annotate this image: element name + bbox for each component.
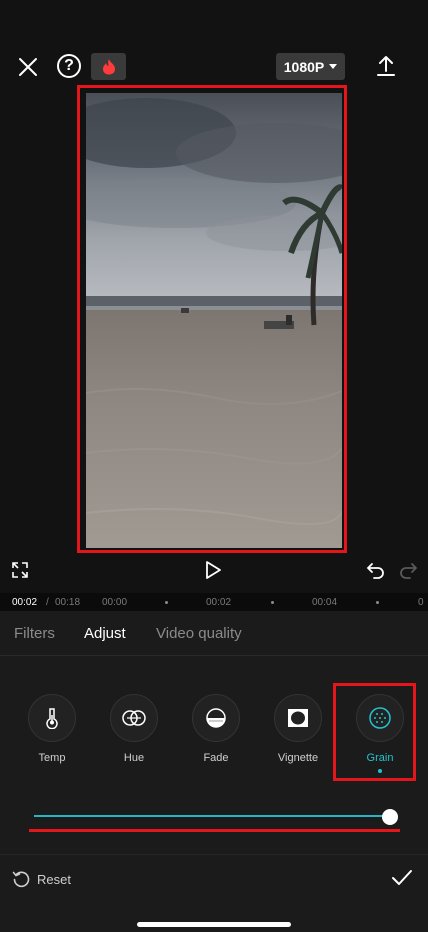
resolution-dropdown[interactable]: 1080P — [276, 53, 345, 80]
fullscreen-button[interactable] — [11, 561, 29, 579]
tool-label: Fade — [203, 752, 229, 764]
hot-button[interactable] — [91, 53, 126, 80]
tool-temp[interactable]: Temp — [22, 694, 82, 764]
reset-label: Reset — [37, 871, 71, 887]
tab-video-quality[interactable]: Video quality — [156, 625, 242, 642]
undo-button[interactable] — [366, 561, 386, 579]
vignette-icon — [288, 709, 308, 727]
fade-icon — [206, 708, 226, 728]
tab-adjust[interactable]: Adjust — [84, 625, 126, 642]
tick-label: 00:02 — [206, 597, 232, 608]
tool-fade[interactable]: Fade — [186, 694, 246, 764]
play-button[interactable] — [203, 560, 223, 580]
footer-divider — [0, 854, 428, 855]
tab-filters[interactable]: Filters — [14, 625, 55, 642]
export-upload-icon — [377, 56, 395, 76]
hue-circles-icon — [122, 710, 146, 726]
home-indicator — [137, 922, 291, 927]
tool-label: Vignette — [277, 752, 319, 764]
undo-icon — [366, 563, 384, 579]
tick-label: 00:04 — [312, 597, 338, 608]
timeline-ruler[interactable]: 00:02 / 00:18 00:00 00:02 00:04 0 — [0, 593, 428, 611]
close-button[interactable] — [14, 53, 42, 81]
tool-label: Hue — [123, 752, 145, 764]
grain-highlight-box — [333, 683, 416, 781]
expand-icon — [12, 562, 28, 578]
confirm-button[interactable] — [391, 868, 413, 888]
redo-icon — [400, 563, 418, 579]
current-time: 00:02 — [12, 597, 38, 608]
help-label: ? — [64, 57, 74, 74]
beach-scene-image — [86, 93, 342, 548]
resolution-label: 1080P — [283, 58, 325, 75]
close-icon — [19, 58, 37, 76]
play-icon — [206, 561, 221, 579]
export-button[interactable] — [374, 54, 398, 78]
total-time: 00:18 — [55, 597, 81, 608]
tick-dot — [165, 601, 168, 604]
tool-hue[interactable]: Hue — [104, 694, 164, 764]
slider-highlight-underline — [29, 829, 400, 832]
tab-divider — [0, 655, 428, 656]
chevron-down-icon — [329, 64, 338, 69]
reset-button[interactable]: Reset — [12, 869, 71, 889]
grain-slider-thumb[interactable] — [382, 809, 398, 825]
tick-dot — [271, 601, 274, 604]
tool-vignette[interactable]: Vignette — [268, 694, 328, 764]
tick-label: 00:00 — [102, 597, 128, 608]
tick-dot — [376, 601, 379, 604]
redo-button[interactable] — [398, 561, 418, 579]
grain-slider-track[interactable] — [34, 815, 390, 817]
flame-icon — [102, 59, 115, 75]
reset-icon — [12, 871, 30, 888]
video-preview[interactable] — [86, 93, 342, 548]
tick-label: 0 — [418, 597, 424, 608]
help-button[interactable]: ? — [57, 54, 81, 78]
tool-label: Temp — [38, 752, 66, 764]
thermometer-icon — [46, 708, 58, 729]
time-separator: / — [46, 597, 49, 608]
checkmark-icon — [392, 870, 412, 885]
